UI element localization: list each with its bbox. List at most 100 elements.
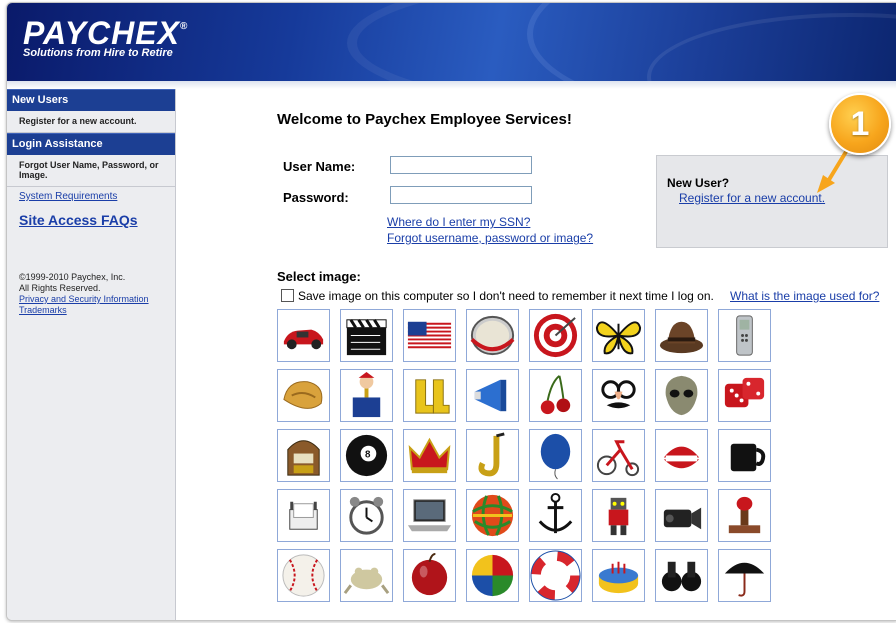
security-image-megaphone[interactable] (466, 369, 519, 422)
register-link[interactable]: Register for a new account. (679, 191, 825, 205)
beach-ball-icon (471, 554, 514, 597)
baseball-icon (282, 554, 325, 597)
chattering-teeth-icon (663, 446, 700, 469)
security-image-umbrella[interactable] (718, 549, 771, 602)
browser-frame: PAYCHEX® Solutions from Hire to Retire N… (6, 2, 896, 621)
rubber-stamp-icon (728, 496, 761, 534)
security-image-eight-ball[interactable]: 8 (340, 429, 393, 482)
security-image-birthday-cake[interactable] (592, 549, 645, 602)
disguise-glasses-icon (601, 380, 636, 409)
alarm-clock-icon (349, 496, 384, 535)
security-image-disguise-glasses[interactable] (592, 369, 645, 422)
balloon-icon (540, 433, 571, 480)
security-image-alien-mask[interactable] (655, 369, 708, 422)
ssn-help-link[interactable]: Where do I enter my SSN? (387, 215, 530, 229)
saxophone-icon (478, 432, 505, 477)
security-image-rolodex[interactable] (277, 489, 330, 542)
register-text[interactable]: Register for a new account. (7, 111, 175, 133)
security-image-apple[interactable] (403, 549, 456, 602)
security-image-tricycle[interactable] (592, 429, 645, 482)
toy-robot-icon (608, 497, 629, 536)
us-flag-icon (407, 321, 452, 350)
fortune-cookie-icon (283, 381, 323, 409)
security-image-fedora-hat[interactable] (655, 309, 708, 362)
username-label: User Name: (283, 159, 356, 174)
tricycle-icon (596, 440, 640, 477)
security-image-rain-boots[interactable] (403, 369, 456, 422)
security-image-crown[interactable] (403, 429, 456, 482)
save-image-checkbox[interactable] (281, 289, 294, 302)
image-help-link[interactable]: What is the image used for? (730, 289, 879, 303)
security-image-butterfly[interactable] (592, 309, 645, 362)
life-preserver-icon (530, 550, 581, 601)
copyright: ©1999-2010 Paychex, Inc. All Rights Rese… (7, 236, 175, 294)
target-icon (533, 313, 578, 358)
copyright-line: All Rights Reserved. (19, 283, 101, 293)
butterfly-icon (595, 321, 642, 355)
security-image-rubber-band-ball[interactable] (466, 489, 519, 542)
new-user-title: New User? (667, 176, 730, 190)
security-image-life-preserver[interactable] (529, 549, 582, 602)
security-image-fortune-cookie[interactable] (277, 369, 330, 422)
page-title: Welcome to Paychex Employee Services! (277, 111, 572, 128)
forgot-text[interactable]: Forgot User Name, Password, or Image. (7, 155, 175, 187)
anchor-icon (538, 492, 573, 534)
frog-icon (343, 567, 390, 595)
security-image-dice[interactable] (718, 369, 771, 422)
forgot-credentials-link[interactable]: Forgot username, password or image? (387, 231, 593, 245)
select-image-title: Select image: (277, 269, 361, 284)
copyright-line: ©1999-2010 Paychex, Inc. (19, 272, 126, 282)
security-image-clapperboard[interactable] (340, 309, 393, 362)
main-content: Welcome to Paychex Employee Services! Us… (175, 89, 896, 620)
svg-text:8: 8 (365, 449, 371, 460)
security-image-toy-robot[interactable] (592, 489, 645, 542)
new-users-heading: New Users (7, 89, 175, 111)
security-image-cell-phone[interactable] (718, 309, 771, 362)
security-image-drum[interactable] (466, 309, 519, 362)
apple-icon (411, 552, 448, 596)
security-image-jack-in-the-box[interactable] (340, 369, 393, 422)
rubber-band-ball-icon (471, 494, 514, 537)
dice-icon (724, 377, 765, 408)
system-requirements-link[interactable]: System Requirements (7, 187, 175, 206)
login-assistance-heading: Login Assistance (7, 133, 175, 155)
security-image-laptop[interactable] (403, 489, 456, 542)
trademarks-link[interactable]: Trademarks (7, 305, 175, 316)
page-header: PAYCHEX® Solutions from Hire to Retire (7, 3, 896, 81)
rolodex-icon (289, 501, 318, 530)
sidebar: New Users Register for a new account. Lo… (7, 89, 176, 620)
password-label: Password: (283, 190, 349, 205)
security-image-frog[interactable] (340, 549, 393, 602)
security-image-coffee-mug[interactable] (718, 429, 771, 482)
red-car-icon (283, 329, 324, 350)
security-image-baseball[interactable] (277, 549, 330, 602)
umbrella-icon (724, 562, 765, 597)
birthday-cake-icon (598, 561, 639, 594)
tagline: Solutions from Hire to Retire (23, 47, 173, 59)
eight-ball-icon: 8 (345, 434, 388, 477)
security-image-cherries[interactable] (529, 369, 582, 422)
callout-badge: 1 (829, 93, 891, 155)
security-image-anchor[interactable] (529, 489, 582, 542)
security-image-balloon[interactable] (529, 429, 582, 482)
camcorder-icon (663, 507, 702, 530)
site-access-faqs-link[interactable]: Site Access FAQs (7, 206, 175, 236)
security-image-red-car[interactable] (277, 309, 330, 362)
binoculars-icon (661, 561, 702, 592)
security-image-camcorder[interactable] (655, 489, 708, 542)
privacy-link[interactable]: Privacy and Security Information (7, 294, 175, 305)
security-image-rubber-stamp[interactable] (718, 489, 771, 542)
username-input[interactable] (390, 156, 532, 174)
security-image-us-flag[interactable] (403, 309, 456, 362)
security-image-binoculars[interactable] (655, 549, 708, 602)
fedora-hat-icon (659, 321, 704, 354)
security-image-beach-ball[interactable] (466, 549, 519, 602)
password-input[interactable] (390, 186, 532, 204)
security-image-chattering-teeth[interactable] (655, 429, 708, 482)
security-image-jukebox[interactable] (277, 429, 330, 482)
security-image-alarm-clock[interactable] (340, 489, 393, 542)
security-image-saxophone[interactable] (466, 429, 519, 482)
security-image-target[interactable] (529, 309, 582, 362)
cherries-icon (540, 375, 571, 415)
laptop-icon (407, 499, 452, 532)
